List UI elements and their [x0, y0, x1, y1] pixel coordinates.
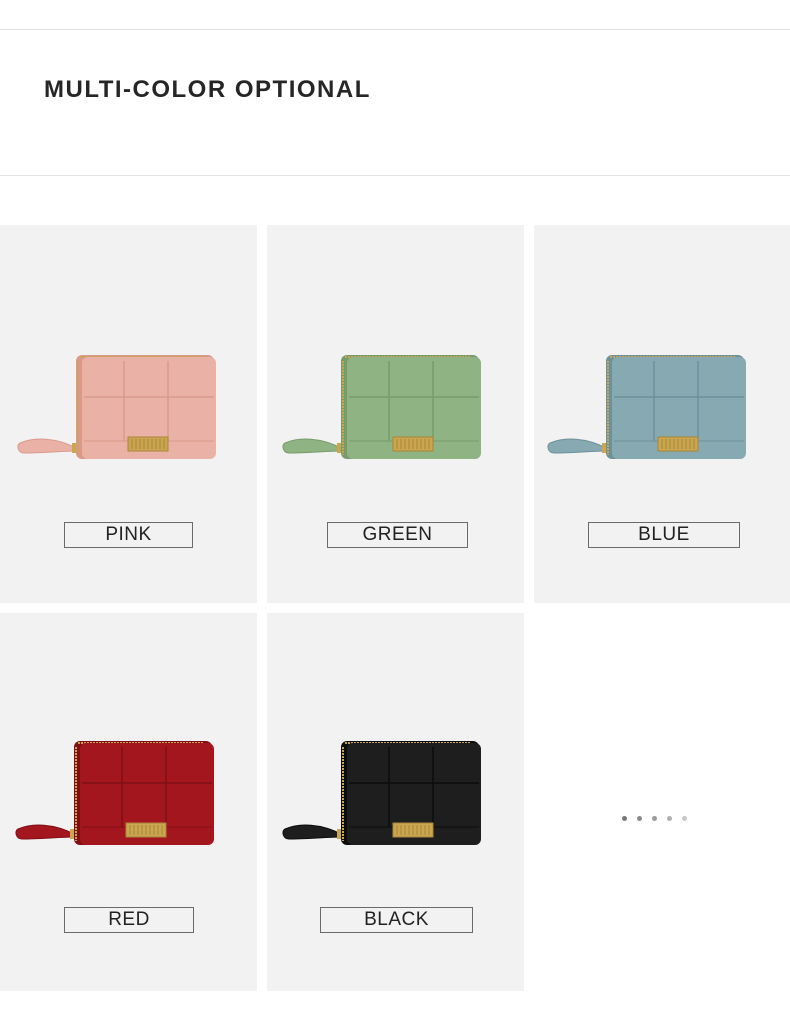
pagination-dot[interactable] [637, 816, 642, 821]
wallet-image-black [282, 741, 481, 845]
wallet-image-red [15, 741, 214, 845]
bottom-divider [0, 175, 790, 176]
page-title: MULTI-COLOR OPTIONAL [44, 76, 371, 103]
pagination-dot[interactable] [667, 816, 672, 821]
color-label-black: BLACK [320, 907, 473, 933]
pagination-dots [622, 816, 687, 821]
color-label-blue: BLUE [588, 522, 740, 548]
pagination-dot[interactable] [682, 816, 687, 821]
pagination-dot[interactable] [652, 816, 657, 821]
wrist-strap [282, 438, 344, 454]
pagination-dot[interactable] [622, 816, 627, 821]
color-card-red[interactable]: RED [0, 613, 257, 991]
wrist-strap [17, 438, 79, 454]
wrist-strap [547, 438, 609, 454]
color-card-green[interactable]: GREEN [267, 225, 524, 603]
wrist-strap [282, 824, 344, 840]
color-label-pink: PINK [64, 522, 193, 548]
color-label-green: GREEN [327, 522, 468, 548]
color-card-pink[interactable]: PINK [0, 225, 257, 603]
color-card-black[interactable]: BLACK [267, 613, 524, 991]
color-card-blue[interactable]: BLUE [534, 225, 790, 603]
top-divider [0, 29, 790, 30]
wrist-strap [15, 824, 77, 840]
color-label-red: RED [64, 907, 194, 933]
